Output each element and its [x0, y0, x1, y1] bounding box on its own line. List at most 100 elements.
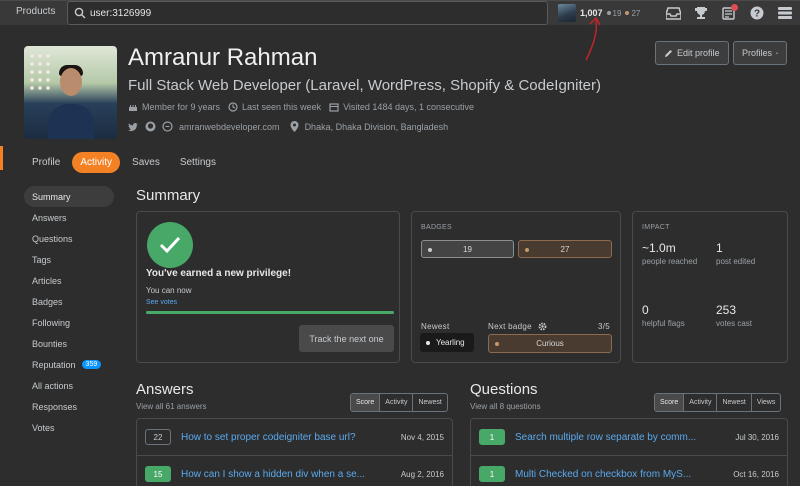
privilege-card: You've earned a new privilege! You can n…: [136, 211, 400, 363]
answer-date: Nov 4, 2015: [400, 432, 444, 442]
silver-badge-count: 19: [606, 8, 622, 18]
sidebar-item-label: Badges: [32, 296, 63, 307]
location-text: Dhaka, Dhaka Division, Bangladesh: [304, 121, 449, 132]
sidebar-item-label: All actions: [32, 380, 74, 391]
questions-sort-filter: Score Activity Newest Views: [654, 393, 782, 412]
sort-newest[interactable]: Newest: [716, 394, 750, 411]
answers-sort-filter: Score Activity Newest: [350, 393, 448, 412]
website-link[interactable]: amranwebdeveloper.com: [179, 122, 280, 132]
questions-list: 1 Search multiple row separate by comm..…: [470, 418, 788, 486]
profile-photo: [24, 46, 117, 139]
trophy-icon[interactable]: [692, 4, 710, 22]
people-reached-label: people reached: [642, 257, 698, 266]
question-date: Jul 30, 2016: [735, 432, 779, 442]
helpful-flags-value: 0: [642, 303, 649, 317]
posts-edited-value: 1: [716, 241, 723, 255]
sidebar-item-label: Votes: [32, 422, 55, 433]
impact-label: IMPACT: [642, 224, 670, 231]
sidebar-item-all-actions[interactable]: All actions: [24, 375, 114, 396]
answer-title-link[interactable]: How can I show a hidden div when a se...: [181, 469, 391, 480]
silver-badge-count-text: 19: [612, 8, 622, 18]
newest-label: Newest: [421, 322, 450, 331]
answer-date: Aug 2, 2016: [400, 469, 444, 479]
badges-card: BADGES 19 27 Newest Yearling Next badge …: [411, 211, 621, 363]
sidebar-item-bounties[interactable]: Bounties: [24, 333, 114, 354]
sidebar-item-tags[interactable]: Tags: [24, 249, 114, 270]
sidebar-item-label: Tags: [32, 254, 52, 265]
cake-icon: [129, 105, 137, 111]
search-input[interactable]: [90, 4, 530, 22]
silver-dot-icon: [606, 11, 611, 16]
member-for: Member for 9 years: [128, 102, 220, 112]
newest-badge[interactable]: Yearling: [420, 333, 474, 352]
calendar-icon: [329, 103, 339, 112]
answer-score: 22: [145, 429, 171, 445]
twitter-icon[interactable]: [128, 122, 139, 132]
edit-profile-button[interactable]: Edit profile: [655, 41, 729, 65]
bronze-badges[interactable]: 27: [518, 240, 612, 258]
question-score: 1: [479, 429, 505, 445]
silver-badges-count: 19: [463, 244, 472, 254]
activity-sidebar: Summary Answers Questions Tags Articles …: [24, 186, 114, 438]
sort-score[interactable]: Score: [655, 394, 684, 411]
sidebar-item-label: Summary: [32, 191, 71, 202]
clock-icon: [228, 102, 238, 112]
question-row: 1 Multi Checked on checkbox from MyS... …: [471, 456, 787, 486]
bronze-dot-icon: [525, 248, 529, 252]
reputation-change-badge: 359: [81, 360, 102, 369]
answer-score: 15: [145, 466, 171, 482]
pencil-icon: [665, 49, 672, 57]
newest-badge-name: Yearling: [436, 338, 465, 347]
review-queue-icon[interactable]: [720, 4, 738, 22]
question-title-link[interactable]: Search multiple row separate by comm...: [515, 432, 725, 443]
left-accent-bar: [0, 146, 3, 170]
track-next-button[interactable]: Track the next one: [299, 325, 394, 352]
sidebar-item-reputation[interactable]: Reputation 359: [24, 354, 114, 375]
sort-activity[interactable]: Activity: [379, 394, 412, 411]
tab-activity[interactable]: Activity: [72, 152, 121, 173]
sidebar-item-questions[interactable]: Questions: [24, 228, 114, 249]
sidebar-item-label: Articles: [32, 275, 62, 286]
view-all-questions-link[interactable]: View all 8 questions: [470, 402, 541, 411]
github-icon[interactable]: [145, 121, 156, 132]
last-seen: Last seen this week: [228, 102, 321, 112]
avatar[interactable]: [558, 4, 576, 22]
sort-newest[interactable]: Newest: [412, 394, 446, 411]
sidebar-item-responses[interactable]: Responses: [24, 396, 114, 417]
tab-saves[interactable]: Saves: [124, 152, 168, 173]
sidebar-item-answers[interactable]: Answers: [24, 207, 114, 228]
site-switcher-icon[interactable]: [776, 4, 794, 22]
sort-views[interactable]: Views: [750, 394, 781, 411]
view-all-answers-link[interactable]: View all 61 answers: [136, 402, 207, 411]
inbox-icon[interactable]: [664, 4, 682, 22]
gear-icon[interactable]: [538, 322, 547, 331]
sidebar-item-label: Bounties: [32, 338, 68, 349]
silver-dot-icon: [426, 340, 430, 345]
sidebar-item-label: Answers: [32, 212, 67, 223]
sidebar-item-summary[interactable]: Summary: [24, 186, 114, 207]
sidebar-item-badges[interactable]: Badges: [24, 291, 114, 312]
tab-profile[interactable]: Profile: [24, 152, 68, 173]
sidebar-item-votes[interactable]: Votes: [24, 417, 114, 438]
tab-settings[interactable]: Settings: [172, 152, 224, 173]
profiles-dropdown-button[interactable]: Profiles: [733, 41, 787, 65]
sidebar-item-label: Questions: [32, 233, 73, 244]
products-menu[interactable]: Products: [16, 6, 55, 17]
answer-row: 15 How can I show a hidden div when a se…: [137, 456, 452, 486]
sidebar-item-articles[interactable]: Articles: [24, 270, 114, 291]
helpful-flags-label: helpful flags: [642, 319, 685, 328]
next-badge-pill[interactable]: Curious: [488, 334, 612, 353]
help-icon[interactable]: ?: [748, 4, 766, 22]
sort-score[interactable]: Score: [351, 394, 380, 411]
profiles-label: Profiles: [742, 48, 773, 58]
search-box[interactable]: [67, 1, 548, 25]
profile-name: Amranur Rahman: [128, 44, 318, 71]
sidebar-item-following[interactable]: Following: [24, 312, 114, 333]
annotation-arrow-icon: [585, 16, 601, 61]
answer-title-link[interactable]: How to set proper codeigniter base url?: [181, 432, 391, 443]
bronze-dot-icon: [495, 342, 499, 346]
question-title-link[interactable]: Multi Checked on checkbox from MyS...: [515, 469, 723, 480]
silver-badges[interactable]: 19: [421, 240, 514, 258]
sort-activity[interactable]: Activity: [683, 394, 716, 411]
see-votes-link[interactable]: See votes: [146, 299, 177, 306]
